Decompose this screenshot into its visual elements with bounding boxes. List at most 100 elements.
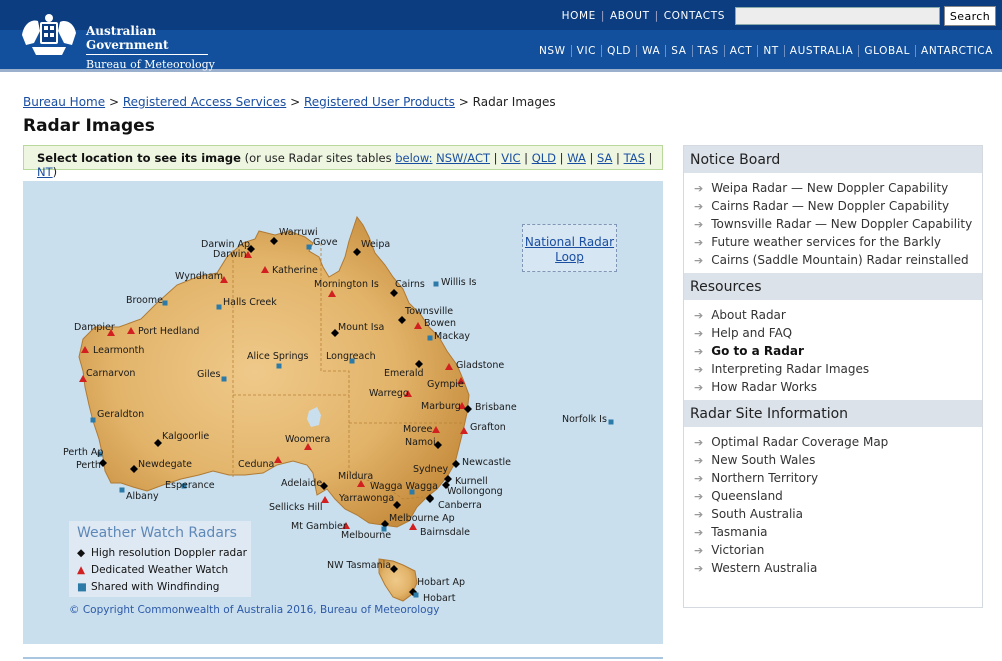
site-label[interactable]: Darwin: [213, 250, 246, 260]
top-link-about[interactable]: ABOUT: [610, 10, 650, 22]
siteinfo-item[interactable]: ➔ Queensland: [694, 487, 982, 505]
site-marker-windfinding[interactable]: [162, 300, 168, 306]
site-marker-windfinding[interactable]: [119, 487, 125, 493]
site-label[interactable]: Broome: [126, 296, 163, 306]
resource-item[interactable]: ➔ Go to a Radar: [694, 342, 982, 360]
nav-vic[interactable]: VIC: [570, 45, 601, 57]
site-label[interactable]: Mackay: [434, 332, 470, 342]
resource-link[interactable]: About Radar: [711, 308, 786, 322]
site-label[interactable]: Emerald: [384, 369, 424, 379]
state-link-tas[interactable]: TAS: [624, 151, 645, 165]
site-label[interactable]: Mornington Is: [314, 280, 379, 290]
site-marker-windfinding[interactable]: [427, 335, 433, 341]
site-marker-windfinding[interactable]: [216, 304, 222, 310]
site-label[interactable]: Katherine: [272, 266, 318, 276]
resource-item[interactable]: ➔ How Radar Works: [694, 378, 982, 396]
site-label[interactable]: Warruwi: [279, 228, 318, 238]
government-branding[interactable]: Australian Government Bureau of Meteorol…: [86, 24, 215, 71]
site-label[interactable]: Melbourne: [341, 531, 391, 541]
siteinfo-link[interactable]: Queensland: [711, 489, 783, 503]
site-label[interactable]: Gladstone: [456, 361, 504, 371]
breadcrumb-registered-access[interactable]: Registered Access Services: [123, 95, 286, 109]
siteinfo-link[interactable]: Northern Territory: [711, 471, 818, 485]
site-label[interactable]: Perth Ap: [63, 448, 103, 458]
site-label[interactable]: Hobart: [423, 594, 455, 604]
site-label[interactable]: Wyndham: [175, 272, 223, 282]
resource-link[interactable]: Help and FAQ: [711, 326, 792, 340]
site-label[interactable]: Perth: [76, 461, 101, 471]
state-link-wa[interactable]: WA: [567, 151, 586, 165]
below-link[interactable]: below:: [395, 151, 432, 165]
site-label[interactable]: Wollongong: [447, 487, 503, 497]
site-label[interactable]: Namoi: [405, 438, 436, 448]
site-marker-windfinding[interactable]: [433, 281, 439, 287]
siteinfo-item[interactable]: ➔ New South Wales: [694, 451, 982, 469]
site-label[interactable]: Gove: [313, 238, 338, 248]
resource-link-current[interactable]: Go to a Radar: [711, 344, 804, 358]
bom-link[interactable]: Bureau of Meteorology: [320, 604, 440, 616]
site-marker-windfinding[interactable]: [306, 244, 312, 250]
site-label[interactable]: Moree: [403, 425, 432, 435]
nav-global[interactable]: GLOBAL: [858, 45, 915, 57]
site-marker-windfinding[interactable]: [608, 419, 614, 425]
siteinfo-link[interactable]: Tasmania: [711, 525, 767, 539]
coat-of-arms-icon[interactable]: [18, 13, 80, 57]
site-label[interactable]: Willis Is: [441, 278, 476, 288]
site-label[interactable]: Mildura: [338, 472, 373, 482]
site-label[interactable]: Carnarvon: [86, 369, 135, 379]
site-label[interactable]: Canberra: [438, 501, 482, 511]
state-link-nswact[interactable]: NSW/ACT: [436, 151, 490, 165]
siteinfo-item[interactable]: ➔ Northern Territory: [694, 469, 982, 487]
site-label[interactable]: Wagga Wagga: [370, 482, 438, 492]
resource-item[interactable]: ➔ Interpreting Radar Images: [694, 360, 982, 378]
nav-tas[interactable]: TAS: [691, 45, 724, 57]
site-label[interactable]: Adelaide: [281, 479, 322, 489]
site-label[interactable]: Townsville: [405, 307, 453, 317]
notice-item[interactable]: ➔ Townsville Radar — New Doppler Capabili…: [694, 215, 982, 233]
site-label[interactable]: Melbourne Ap: [389, 514, 455, 524]
site-label[interactable]: Ceduna: [238, 460, 274, 470]
resource-item[interactable]: ➔ Help and FAQ: [694, 324, 982, 342]
site-marker-windfinding[interactable]: [276, 363, 282, 369]
top-link-home[interactable]: HOME: [562, 10, 596, 22]
state-link-vic[interactable]: VIC: [501, 151, 520, 165]
siteinfo-item[interactable]: ➔ South Australia: [694, 505, 982, 523]
notice-link[interactable]: Weipa Radar — New Doppler Capability: [711, 181, 948, 195]
nav-nsw[interactable]: NSW: [534, 45, 571, 57]
site-label[interactable]: Bairnsdale: [420, 528, 470, 538]
site-label[interactable]: Kalgoorlie: [162, 432, 209, 442]
site-label[interactable]: Weipa: [361, 240, 390, 250]
site-label[interactable]: Hobart Ap: [417, 578, 465, 588]
siteinfo-item[interactable]: ➔ Victorian: [694, 541, 982, 559]
site-label[interactable]: Gympie: [427, 380, 464, 390]
site-label[interactable]: Warrego: [369, 389, 409, 399]
site-label[interactable]: Giles: [197, 370, 220, 380]
notice-item[interactable]: ➔ Future weather services for the Barkly: [694, 233, 982, 251]
site-label[interactable]: Port Hedland: [138, 327, 199, 337]
siteinfo-item[interactable]: ➔ Optimal Radar Coverage Map: [694, 433, 982, 451]
site-label[interactable]: Mt Gambier: [291, 522, 347, 532]
siteinfo-link[interactable]: New South Wales: [711, 453, 815, 467]
siteinfo-link[interactable]: South Australia: [711, 507, 803, 521]
site-label[interactable]: Halls Creek: [223, 298, 277, 308]
notice-link[interactable]: Future weather services for the Barkly: [711, 235, 941, 249]
notice-link[interactable]: Cairns Radar — New Doppler Capability: [711, 199, 949, 213]
site-label[interactable]: Geraldton: [97, 410, 144, 420]
site-label[interactable]: Woomera: [285, 435, 330, 445]
state-link-qld[interactable]: QLD: [532, 151, 556, 165]
nav-qld[interactable]: QLD: [601, 45, 636, 57]
site-label[interactable]: NW Tasmania: [327, 561, 391, 571]
site-label[interactable]: Dampier: [74, 323, 115, 333]
nav-sa[interactable]: SA: [665, 45, 691, 57]
site-label[interactable]: Marburg: [421, 402, 461, 412]
site-label[interactable]: Newcastle: [462, 458, 511, 468]
resource-link[interactable]: Interpreting Radar Images: [711, 362, 869, 376]
nav-act[interactable]: ACT: [723, 45, 758, 57]
site-label[interactable]: Yarrawonga: [339, 494, 394, 504]
site-label[interactable]: Albany: [126, 492, 159, 502]
site-label[interactable]: Cairns: [395, 280, 425, 290]
nav-wa[interactable]: WA: [636, 45, 665, 57]
site-label[interactable]: Alice Springs: [247, 352, 308, 362]
top-link-contacts[interactable]: CONTACTS: [664, 10, 725, 22]
search-input[interactable]: [735, 7, 940, 25]
